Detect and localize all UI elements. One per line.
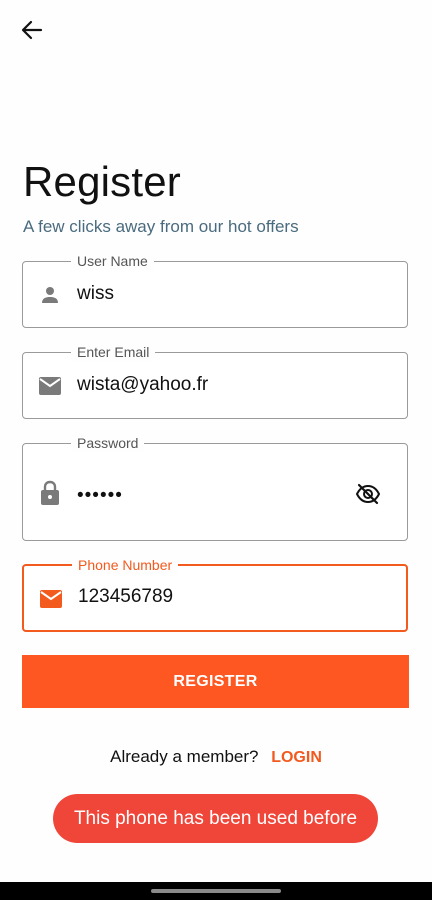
system-nav-bar xyxy=(0,882,432,900)
register-screen: Register A few clicks away from our hot … xyxy=(0,0,432,900)
email-label: Enter Email xyxy=(71,343,156,361)
back-button[interactable] xyxy=(14,14,50,46)
mail-icon xyxy=(38,586,64,612)
mail-icon xyxy=(37,373,63,399)
toast-message: This phone has been used before xyxy=(73,807,358,829)
username-field[interactable]: User Name wiss xyxy=(22,252,408,328)
email-input[interactable]: wista@yahoo.fr xyxy=(77,373,208,397)
login-link[interactable]: LOGIN xyxy=(271,749,322,766)
password-input[interactable]: •••••• xyxy=(77,484,123,508)
phone-label: Phone Number xyxy=(72,556,179,574)
password-field[interactable]: Password •••••• xyxy=(22,434,408,541)
lock-icon xyxy=(37,480,63,506)
username-input[interactable]: wiss xyxy=(77,282,114,306)
login-row: Already a member? LOGIN xyxy=(0,747,432,767)
phone-input[interactable]: 123456789 xyxy=(78,585,173,609)
eye-off-icon[interactable] xyxy=(353,479,383,509)
error-toast: This phone has been used before xyxy=(53,794,378,843)
member-prompt: Already a member? xyxy=(110,747,259,766)
page-subtitle: A few clicks away from our hot offers xyxy=(23,217,299,236)
phone-field[interactable]: Phone Number 123456789 xyxy=(22,556,408,632)
username-label: User Name xyxy=(71,252,154,270)
password-label: Password xyxy=(71,434,145,452)
arrow-left-icon xyxy=(21,20,43,40)
email-field[interactable]: Enter Email wista@yahoo.fr xyxy=(22,343,408,419)
person-icon xyxy=(37,282,63,308)
page-title: Register xyxy=(23,158,181,205)
home-indicator[interactable] xyxy=(151,889,281,893)
register-button[interactable]: REGISTER xyxy=(22,655,409,708)
